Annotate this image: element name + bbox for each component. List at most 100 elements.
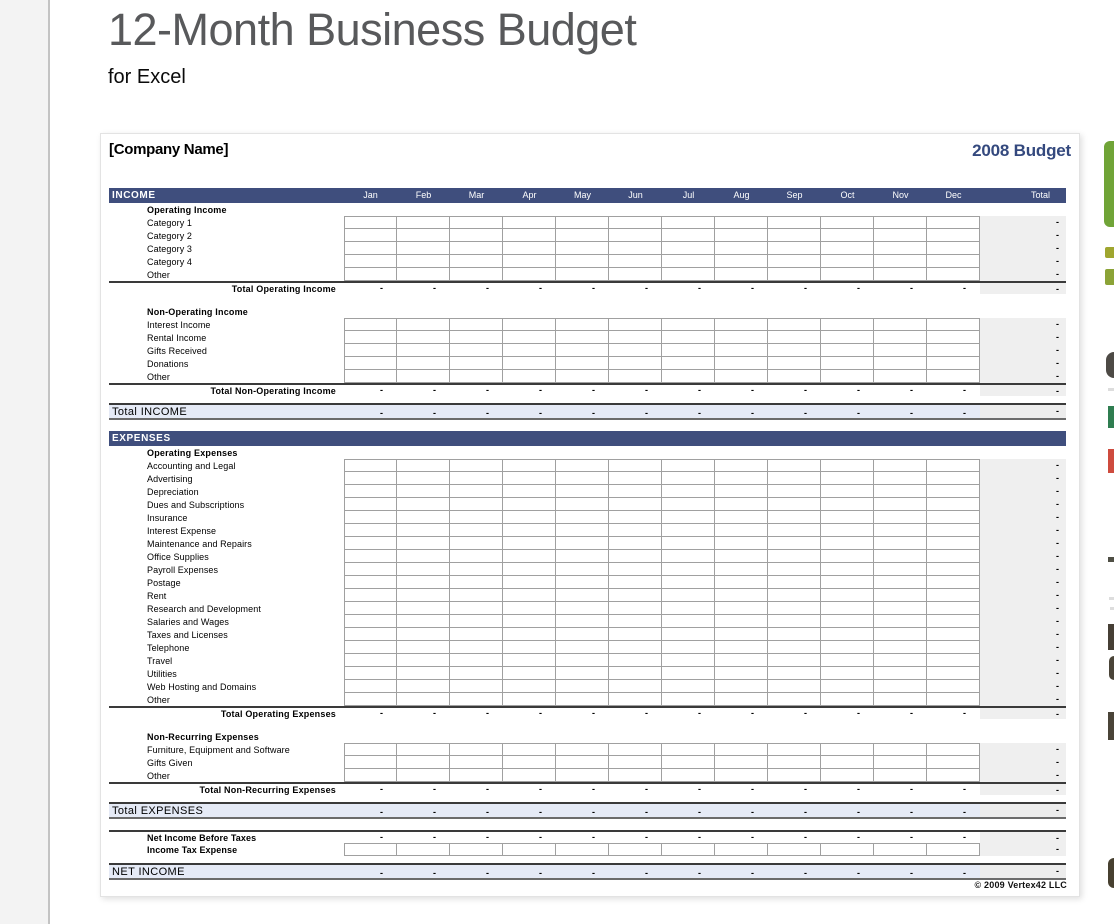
- month-value: -: [397, 283, 450, 294]
- row-total: Total Operating Income-------------: [109, 281, 1066, 294]
- input-cell: [556, 472, 609, 485]
- input-cell: [397, 524, 450, 537]
- month-value: -: [662, 385, 715, 396]
- row-section: Non-Operating Income: [109, 305, 1066, 318]
- section-label: Non-Recurring Expenses: [109, 732, 344, 742]
- input-cell: [768, 524, 821, 537]
- page-subtitle: for Excel: [108, 66, 186, 89]
- input-cell: [768, 370, 821, 383]
- row-input: Accounting and Legal-: [109, 459, 1066, 472]
- input-cell: [874, 743, 927, 756]
- section-label: Operating Income: [109, 205, 344, 215]
- input-cell: [927, 485, 980, 498]
- input-cell: [874, 756, 927, 769]
- total-value: -: [980, 550, 1066, 563]
- month-value: -: [450, 708, 503, 719]
- month-value: -: [662, 832, 715, 843]
- input-cell: [450, 255, 503, 268]
- total-value: -: [980, 680, 1066, 693]
- input-cell: [662, 318, 715, 331]
- row-input: Telephone-: [109, 641, 1066, 654]
- row-input: Insurance-: [109, 511, 1066, 524]
- total-value: -: [980, 268, 1066, 281]
- month-value: -: [450, 832, 503, 843]
- row-total: Total Operating Expenses-------------: [109, 706, 1066, 719]
- input-cell: [768, 743, 821, 756]
- input-cell: [503, 667, 556, 680]
- input-cell: [556, 654, 609, 667]
- input-cell: [662, 743, 715, 756]
- input-cell: [344, 667, 397, 680]
- input-cell: [874, 318, 927, 331]
- row-input: Utilities-: [109, 667, 1066, 680]
- month-header: Sep: [768, 188, 821, 203]
- input-cell: [397, 268, 450, 281]
- month-value: -: [450, 865, 503, 878]
- total-value: -: [980, 769, 1066, 782]
- month-value: -: [397, 865, 450, 878]
- total-value: -: [980, 357, 1066, 370]
- company-name: [Company Name]: [109, 141, 228, 158]
- month-value: -: [609, 405, 662, 418]
- input-cell: [927, 357, 980, 370]
- month-value: -: [503, 804, 556, 817]
- input-cell: [503, 537, 556, 550]
- input-cell: [556, 680, 609, 693]
- input-cell: [397, 216, 450, 229]
- input-cell: [397, 537, 450, 550]
- input-cell: [927, 843, 980, 856]
- download-button-cutoff[interactable]: [1104, 141, 1114, 227]
- input-cell: [715, 216, 768, 229]
- input-cell: [821, 769, 874, 782]
- month-value: -: [768, 708, 821, 719]
- input-cell: [927, 563, 980, 576]
- input-cell: [874, 628, 927, 641]
- dark-slash-cutoff: [1108, 712, 1114, 740]
- input-cell: [397, 370, 450, 383]
- input-cell: [450, 589, 503, 602]
- input-cell: [556, 268, 609, 281]
- input-cell: [927, 769, 980, 782]
- input-cell: [450, 550, 503, 563]
- budget-template-preview[interactable]: [Company Name] 2008 Budget INCOMEJanFebM…: [100, 133, 1080, 897]
- month-value: -: [397, 708, 450, 719]
- month-value: -: [874, 708, 927, 719]
- month-value: -: [503, 405, 556, 418]
- row-spacer: [109, 819, 1066, 830]
- input-cell: [344, 498, 397, 511]
- input-cell: [344, 602, 397, 615]
- input-cell: [556, 485, 609, 498]
- input-cell: [927, 589, 980, 602]
- green-square-cutoff[interactable]: [1108, 406, 1114, 428]
- input-cell: [609, 743, 662, 756]
- month-value: -: [503, 832, 556, 843]
- input-cell: [609, 667, 662, 680]
- input-cell: [397, 550, 450, 563]
- input-cell: [874, 511, 927, 524]
- red-square-cutoff[interactable]: [1108, 449, 1114, 473]
- input-cell: [768, 693, 821, 706]
- input-cell: [715, 229, 768, 242]
- input-cell: [715, 370, 768, 383]
- month-value: -: [397, 832, 450, 843]
- month-value: -: [556, 865, 609, 878]
- input-cell: [344, 511, 397, 524]
- input-cell: [768, 628, 821, 641]
- month-value: -: [344, 804, 397, 817]
- month-value: -: [715, 405, 768, 418]
- input-cell: [821, 743, 874, 756]
- input-cell: [927, 756, 980, 769]
- input-cell: [503, 550, 556, 563]
- month-header: Jun: [609, 188, 662, 203]
- input-cell: [609, 615, 662, 628]
- input-cell: [344, 331, 397, 344]
- input-cell: [344, 318, 397, 331]
- input-cell: [768, 511, 821, 524]
- input-cell: [874, 693, 927, 706]
- month-value: -: [344, 405, 397, 418]
- input-cell: [662, 216, 715, 229]
- input-cell: [556, 255, 609, 268]
- input-cell: [344, 743, 397, 756]
- input-cell: [609, 537, 662, 550]
- total-value: -: [980, 283, 1066, 294]
